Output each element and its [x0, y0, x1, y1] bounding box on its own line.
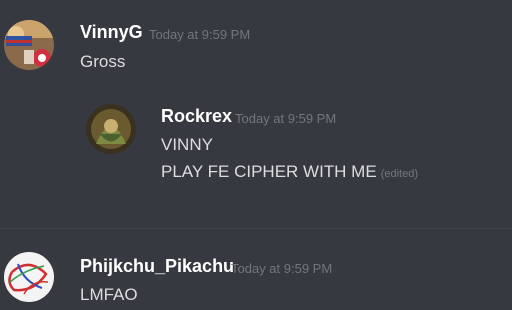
timestamp: Today at 9:59 PM	[149, 27, 251, 42]
username[interactable]: VinnyG	[80, 22, 143, 43]
timestamp: Today at 9:59 PM	[231, 261, 333, 276]
timestamp: Today at 9:59 PM	[235, 111, 337, 126]
user-avatar-icon	[4, 20, 54, 70]
message-text: LMFAO	[80, 285, 138, 304]
edited-label: (edited)	[380, 168, 418, 180]
avatar[interactable]	[4, 20, 54, 70]
username[interactable]: Phijkchu_Pikachu	[80, 256, 234, 277]
username[interactable]: Rockrex	[161, 106, 232, 127]
avatar[interactable]	[86, 104, 136, 154]
message-text: Gross	[80, 52, 126, 71]
message-text: VINNY	[161, 135, 213, 154]
avatar[interactable]	[4, 252, 54, 302]
user-avatar-icon	[4, 252, 54, 302]
message-divider	[0, 228, 512, 229]
message-text: PLAY FE CIPHER WITH ME (edited)	[161, 162, 418, 182]
message-text-content: PLAY FE CIPHER WITH ME	[161, 162, 377, 181]
user-avatar-icon	[86, 104, 136, 154]
